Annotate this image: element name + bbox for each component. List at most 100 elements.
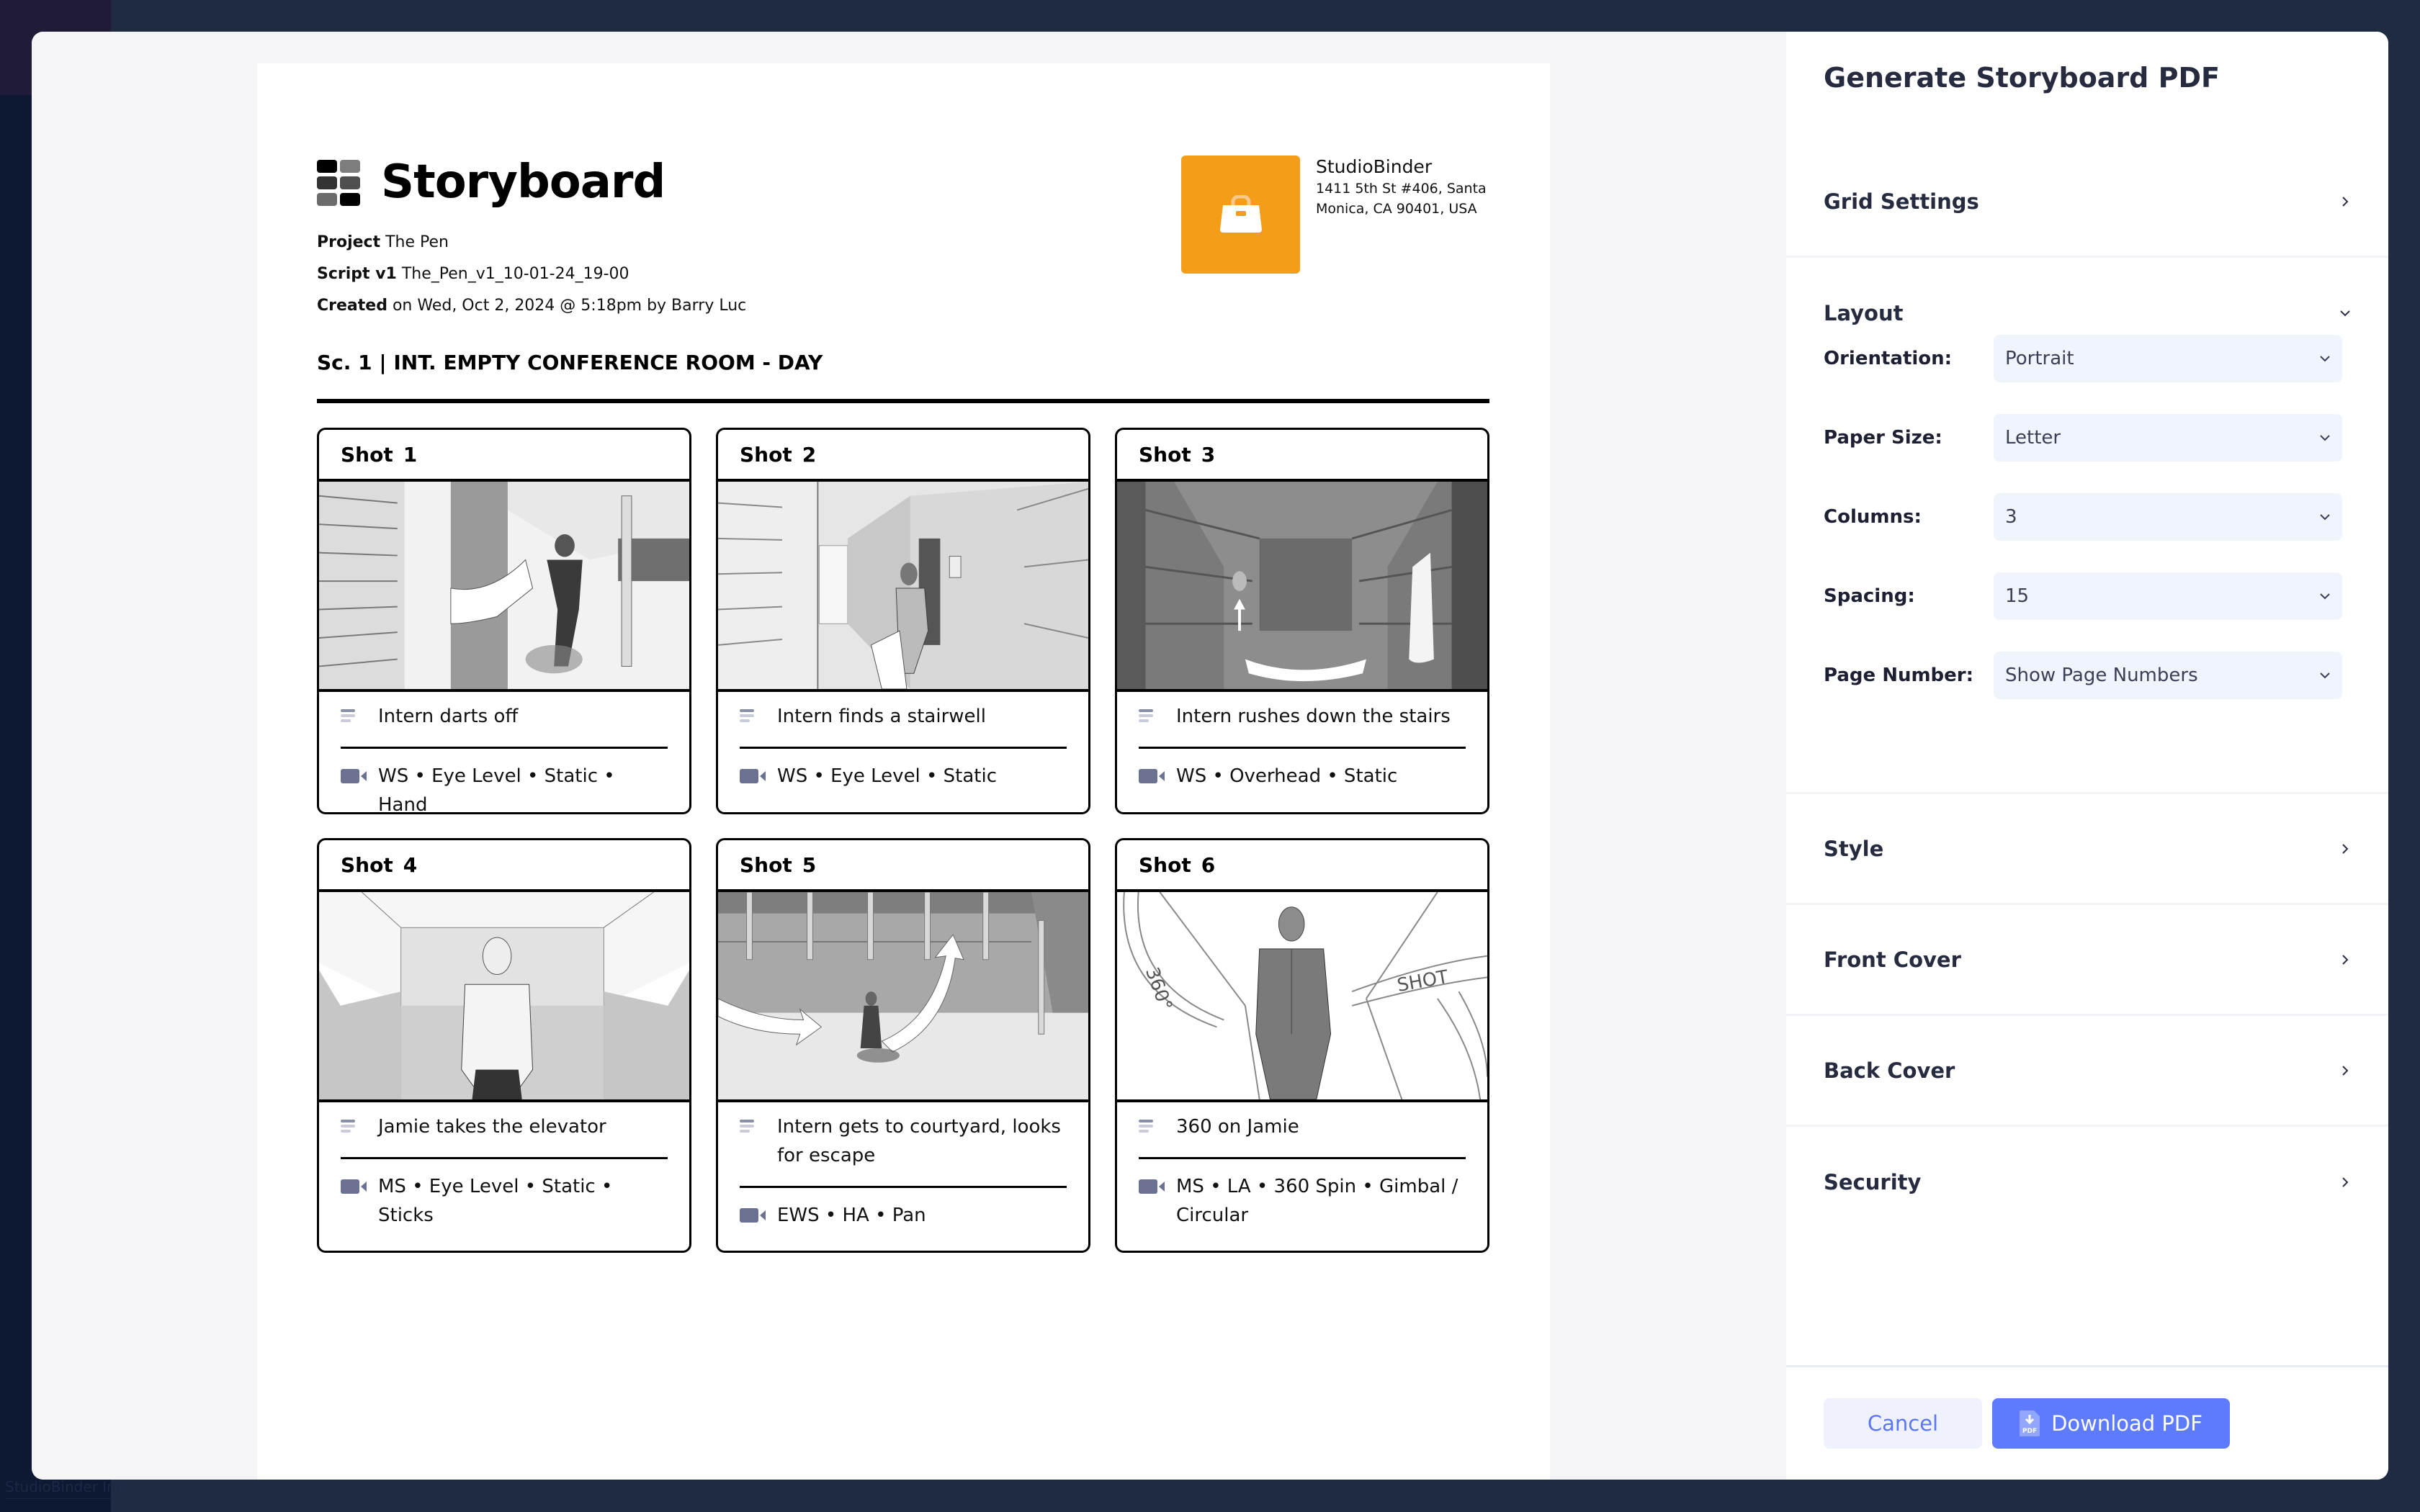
shot-label: Shot (1139, 442, 1191, 467)
notes-icon (740, 1112, 777, 1133)
download-pdf-button[interactable]: PDF Download PDF (1992, 1398, 2230, 1449)
360-spin-sketch: 360° SHOT (1117, 892, 1487, 1099)
paper-size-value: Letter (2005, 427, 2061, 449)
shot-description-row: 360 on Jamie (1139, 1112, 1466, 1141)
panel-title: Generate Storyboard PDF (1824, 62, 2220, 94)
orientation-value: Portrait (2005, 348, 2074, 369)
shot-card[interactable]: Shot 5 Intern gets to courtyard, looks f… (716, 838, 1090, 1253)
shot-label: Shot (740, 852, 792, 877)
notes-icon (341, 1112, 378, 1133)
shot-label: Shot (1139, 852, 1191, 877)
shot-description-row: Intern rushes down the stairs (1139, 702, 1466, 731)
chevron-right-icon (2342, 196, 2349, 207)
shot-card[interactable]: Shot 6 360° SHOT 360 on Jamie MS • LA • … (1115, 838, 1489, 1253)
spacing-row: Spacing: 15 (1824, 572, 2351, 620)
shot-camera-row: WS • Overhead • Static (1139, 762, 1466, 791)
script-label: Script v1 (317, 265, 397, 283)
camera-icon (341, 1172, 378, 1194)
camera-icon (740, 762, 777, 783)
shot-card[interactable]: Shot 4 Jamie takes the elevator MS • Eye… (317, 838, 691, 1253)
card-divider (1139, 1157, 1466, 1159)
page-number-value: Show Page Numbers (2005, 665, 2198, 686)
project-value: The Pen (385, 233, 449, 251)
shot-description-row: Jamie takes the elevator (341, 1112, 668, 1141)
chevron-down-icon (2320, 514, 2330, 521)
script-value: The_Pen_v1_10-01-24_19-00 (401, 265, 629, 283)
paper-size-select[interactable]: Letter (1994, 414, 2342, 462)
shot-description: Intern finds a stairwell (777, 706, 986, 727)
spacing-select[interactable]: 15 (1994, 572, 2342, 620)
company-name: StudioBinder (1316, 156, 1433, 177)
chevron-right-icon (2342, 954, 2349, 965)
orientation-select[interactable]: Portrait (1994, 335, 2342, 382)
chevron-down-icon (2320, 593, 2330, 600)
shot-camera: EWS • HA • Pan (777, 1205, 926, 1226)
shot-header: Shot 3 (1117, 430, 1487, 482)
camera-icon (1139, 1172, 1176, 1194)
shot-camera: WS • Eye Level • Static (777, 765, 997, 787)
section-style[interactable]: Style (1786, 794, 2388, 905)
script-line: Script v1 The_Pen_v1_10-01-24_19-00 (317, 264, 629, 285)
pdf-icon-label: PDF (2022, 1428, 2037, 1435)
scene-heading: Sc. 1 | INT. EMPTY CONFERENCE ROOM - DAY (317, 351, 823, 374)
card-divider (740, 1186, 1067, 1188)
elevator-man-sketch (319, 892, 689, 1099)
shot-camera: MS • Eye Level • Static • Sticks (378, 1176, 613, 1226)
shot-camera: MS • LA • 360 Spin • Gimbal / Circular (1176, 1176, 1458, 1226)
columns-row: Columns: 3 (1824, 493, 2351, 541)
shot-camera: WS • Eye Level • Static • Hand (378, 765, 615, 814)
section-security[interactable]: Security (1786, 1127, 2388, 1238)
shot-number: 2 (802, 442, 817, 467)
shot-header: Shot 6 (1117, 840, 1487, 892)
section-grid-settings[interactable]: Grid Settings (1786, 147, 2388, 258)
shot-card[interactable]: Shot 2 Intern finds a stairwell WS • Eye… (716, 428, 1090, 814)
paper-size-label: Paper Size: (1824, 427, 1942, 449)
section-label: Security (1824, 1170, 1922, 1194)
storyboard-logo-icon (317, 160, 363, 206)
shot-camera-row: MS • Eye Level • Static • Sticks (341, 1172, 668, 1230)
spacing-label: Spacing: (1824, 585, 1915, 607)
page-number-select[interactable]: Show Page Numbers (1994, 652, 2342, 699)
section-label: Back Cover (1824, 1058, 1955, 1083)
shot-label: Shot (740, 442, 792, 467)
section-label: Style (1824, 836, 1884, 861)
created-line: Created on Wed, Oct 2, 2024 @ 5:18pm by … (317, 295, 746, 317)
shot-image (1117, 482, 1487, 692)
project-label: Project (317, 233, 381, 251)
shot-number: 1 (403, 442, 418, 467)
shot-description-row: Intern darts off (341, 702, 668, 731)
shot-card[interactable]: Shot 3 Intern rushes down the stairs WS … (1115, 428, 1489, 814)
paper-size-row: Paper Size: Letter (1824, 414, 2351, 462)
shot-header: Shot 1 (319, 430, 689, 482)
shot-label: Shot (341, 442, 393, 467)
camera-icon (740, 1201, 777, 1223)
briefcase-icon (1219, 195, 1262, 233)
shot-number: 3 (1201, 442, 1216, 467)
section-front-cover[interactable]: Front Cover (1786, 905, 2388, 1016)
camera-icon (341, 762, 378, 783)
shot-image: 360° SHOT (1117, 892, 1487, 1102)
document-title: Storyboard (381, 156, 666, 209)
notes-icon (1139, 1112, 1176, 1133)
shot-card[interactable]: Shot 1 Intern darts off WS • Eye Level •… (317, 428, 691, 814)
notes-icon (740, 702, 777, 722)
shot-description-row: Intern finds a stairwell (740, 702, 1067, 731)
orientation-row: Orientation: Portrait (1824, 335, 2351, 382)
columns-select[interactable]: 3 (1994, 493, 2342, 541)
section-back-cover[interactable]: Back Cover (1786, 1016, 2388, 1127)
orientation-label: Orientation: (1824, 348, 1953, 369)
cancel-button[interactable]: Cancel (1824, 1398, 1982, 1449)
stairwell-overhead-sketch (1117, 482, 1487, 689)
created-label: Created (317, 297, 387, 315)
shot-image (718, 892, 1088, 1102)
shot-camera-row: EWS • HA • Pan (740, 1201, 1067, 1230)
shot-camera-row: WS • Eye Level • Static (740, 762, 1067, 791)
chevron-down-icon (2320, 356, 2330, 362)
camera-icon (1139, 762, 1176, 783)
pdf-preview-area[interactable]: Storyboard Project The Pen Script v1 The… (32, 32, 1786, 1480)
card-divider (341, 747, 668, 749)
hallway-running-sketch (319, 482, 689, 689)
shot-image (319, 892, 689, 1102)
notes-icon (1139, 702, 1176, 722)
card-divider (1139, 747, 1466, 749)
